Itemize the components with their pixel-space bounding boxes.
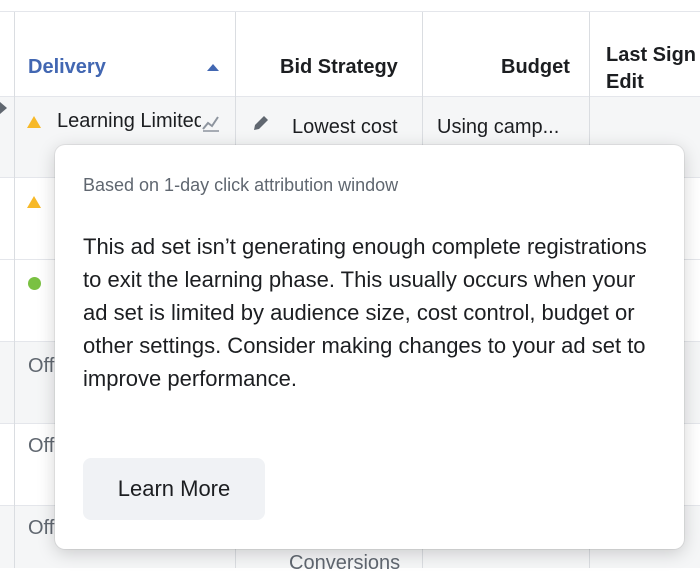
learning-limited-tooltip: Based on 1-day click attribution window …	[55, 145, 684, 549]
column-divider	[14, 12, 15, 568]
column-header-delivery[interactable]: Delivery	[28, 56, 106, 79]
sort-ascending-icon[interactable]	[207, 64, 219, 71]
chart-icon[interactable]	[201, 114, 221, 132]
delivery-status-off: Off	[28, 355, 55, 377]
table-header: Delivery Bid Strategy Budget Last Sign E…	[0, 12, 700, 96]
pencil-icon[interactable]	[252, 114, 270, 132]
delivery-status-off: Off	[28, 435, 55, 457]
expand-row-icon[interactable]	[0, 102, 7, 114]
learn-more-button[interactable]: Learn More	[83, 458, 265, 520]
row-divider	[0, 96, 700, 97]
warning-triangle-icon	[27, 196, 41, 208]
warning-triangle-icon	[27, 116, 41, 128]
budget-cell: Using camp...	[437, 116, 560, 138]
column-header-bid-strategy[interactable]: Bid Strategy	[280, 56, 398, 79]
bid-strategy-cell: Conversions	[289, 552, 401, 574]
column-header-budget[interactable]: Budget	[501, 56, 570, 79]
delivery-status-off: Off	[28, 517, 55, 539]
tooltip-message: This ad set isn’t generating enough comp…	[83, 234, 647, 391]
bid-strategy-cell: Lowest cost	[292, 116, 398, 138]
green-dot-icon	[28, 277, 41, 290]
column-header-last-significant-edit[interactable]: Last Sign Edit	[606, 42, 696, 96]
delivery-status-learning-limited[interactable]: Learning Limited	[57, 110, 201, 133]
attribution-caption: Based on 1-day click attribution window	[83, 175, 399, 195]
